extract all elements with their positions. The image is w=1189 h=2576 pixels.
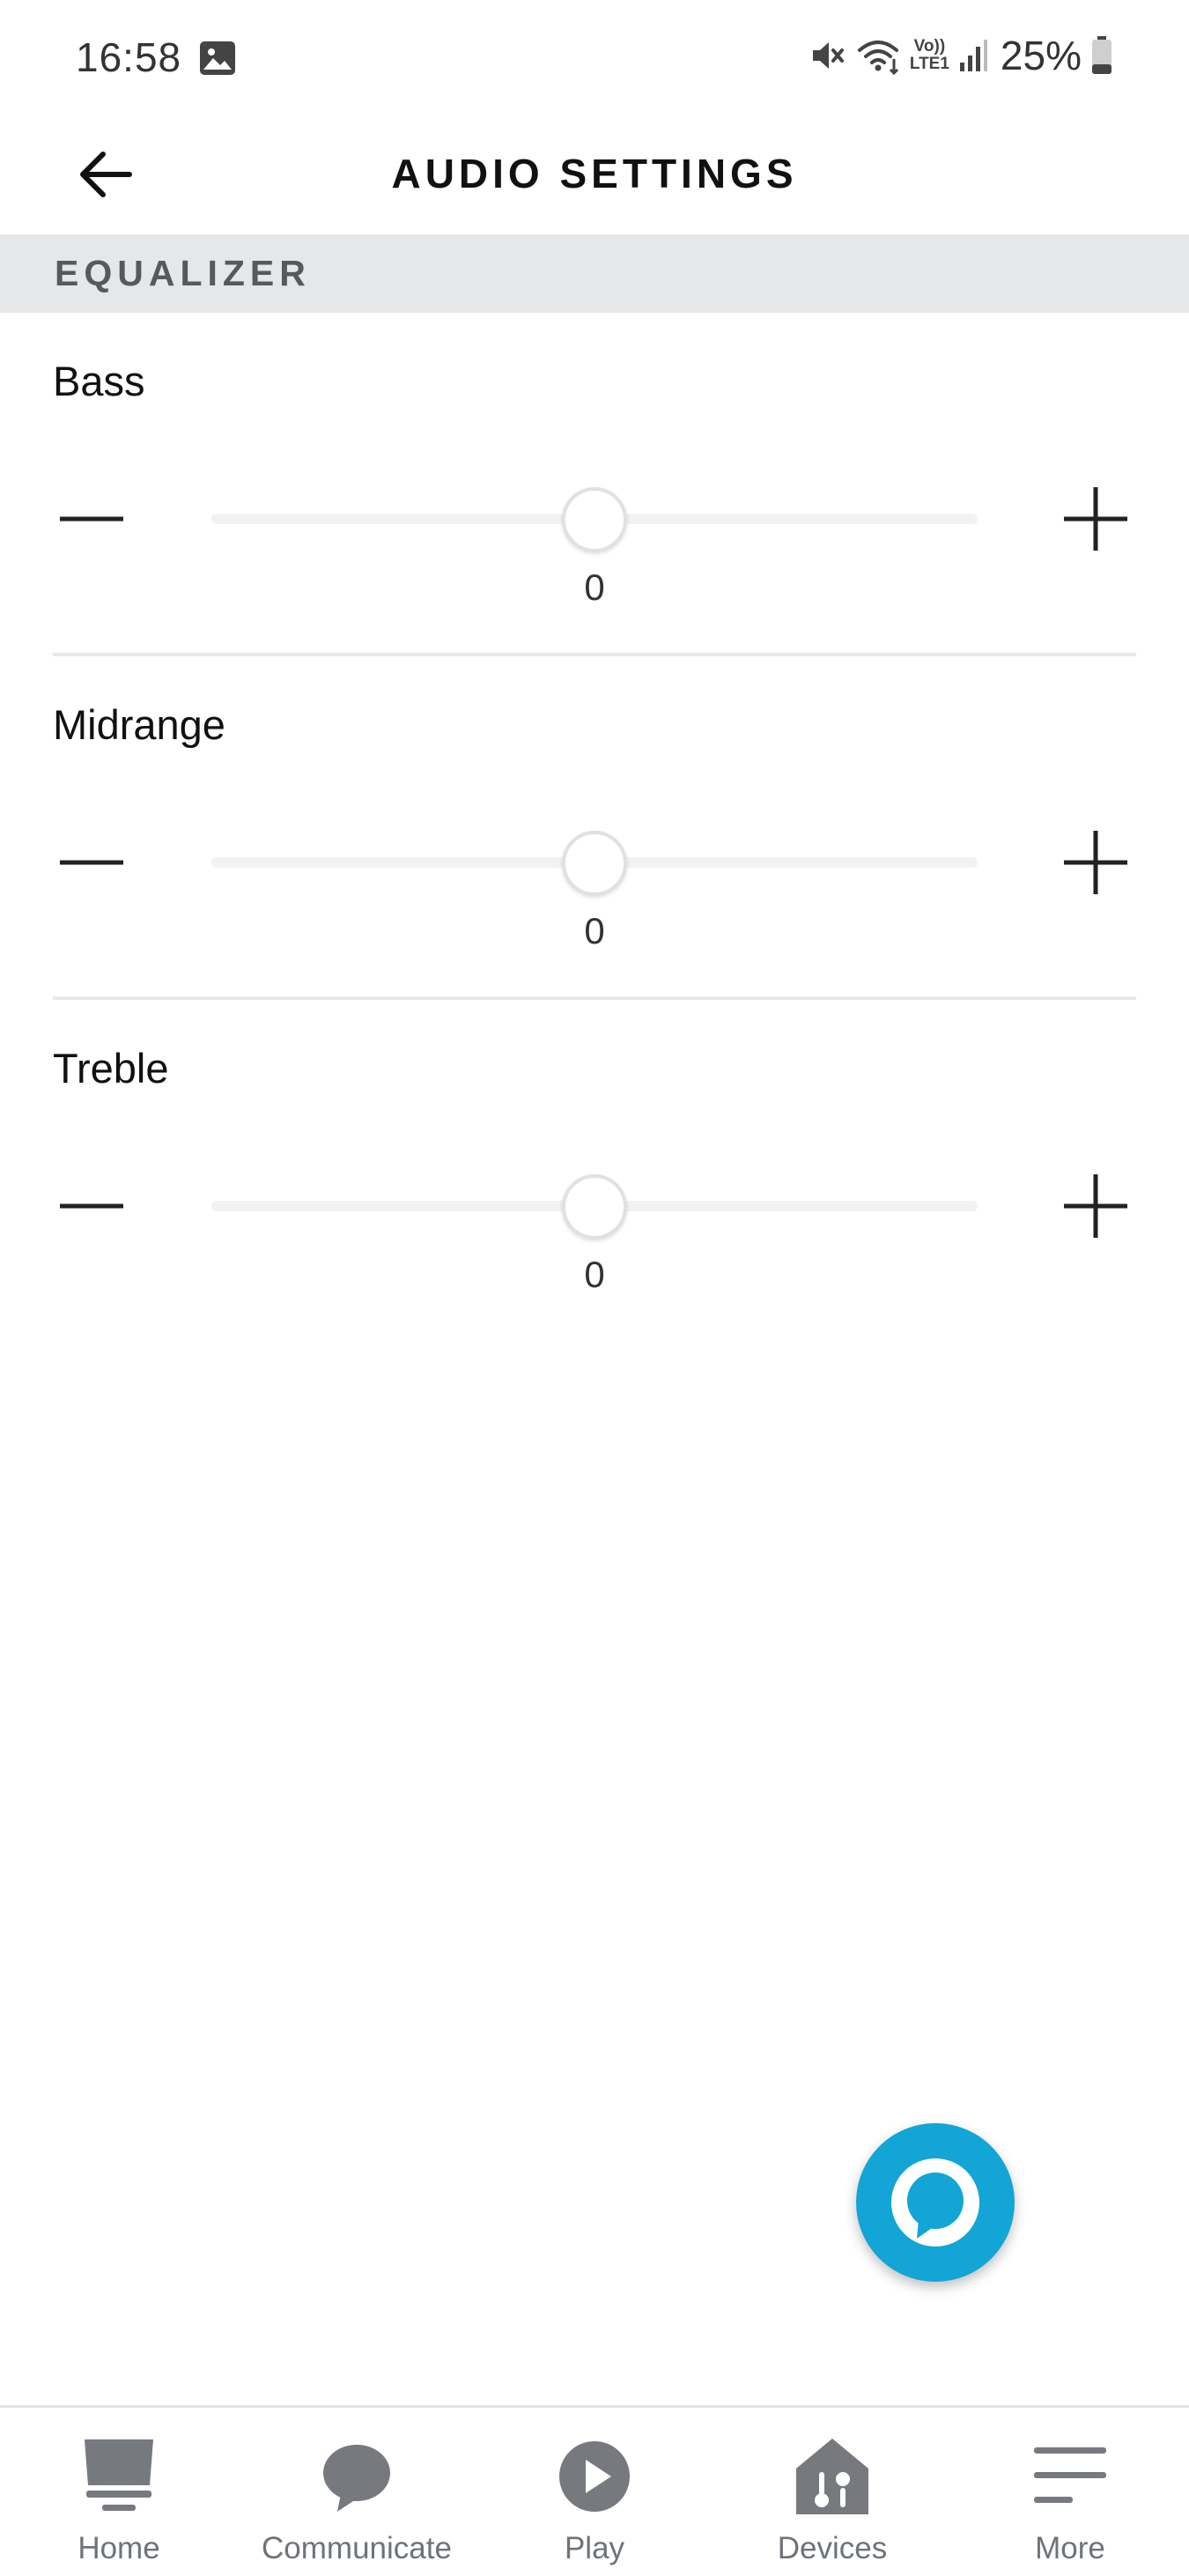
mute-icon [808,36,846,75]
plus-icon [1064,1174,1127,1238]
home-icon [0,2432,238,2520]
midrange-increase-button[interactable] [1053,820,1138,905]
plus-icon [1064,487,1127,551]
volte-line1: Vo)) [913,37,946,56]
minus-icon [60,516,123,522]
bass-decrease-button[interactable] [49,477,134,561]
volte-line2: LTE1 [909,55,949,73]
bass-value: 0 [584,566,605,608]
midrange-row: Midrange 0 [0,656,1189,1000]
app-header: AUDIO SETTINGS [0,115,1189,234]
play-icon [476,2432,713,2520]
bass-row: Bass 0 [0,313,1189,656]
nav-play[interactable]: Play [476,2408,713,2576]
menu-icon [951,2432,1189,2520]
devices-icon [713,2432,951,2520]
alexa-button[interactable] [856,2123,1015,2282]
section-title: EQUALIZER [55,253,311,293]
nav-devices[interactable]: Devices [713,2408,951,2576]
status-bar: 16:58 Vo)) LTE1 25% [0,0,1189,115]
nav-communicate[interactable]: Communicate [238,2408,476,2576]
page-title: AUDIO SETTINGS [391,151,798,196]
midrange-label: Midrange [53,701,225,748]
midrange-value: 0 [584,910,605,951]
bass-slider-thumb[interactable] [562,487,627,552]
status-time: 16:58 [76,34,182,80]
treble-value: 0 [584,1254,605,1295]
chat-bubble-icon [238,2432,476,2520]
nav-more[interactable]: More [951,2408,1189,2576]
treble-decrease-button[interactable] [49,1164,134,1248]
battery-percent: 25% [1000,33,1082,78]
treble-row: Treble 0 [0,1000,1189,1344]
signal-icon [958,36,988,75]
audio-settings-screen: 16:58 Vo)) LTE1 25% AUDIO SETTINGS EQUAL… [0,0,1189,2576]
midrange-decrease-button[interactable] [49,820,134,905]
equalizer-section-header: EQUALIZER [0,234,1189,313]
bass-label: Bass [53,358,145,404]
nav-home-label: Home [78,2531,160,2565]
plus-icon [1064,831,1127,894]
minus-icon [60,1203,123,1209]
treble-label: Treble [53,1045,169,1092]
nav-devices-label: Devices [777,2531,888,2565]
status-icons: Vo)) LTE1 25% [808,32,1113,79]
battery-icon [1090,35,1113,76]
volte-icon: Vo)) LTE1 [910,38,949,73]
midrange-slider-thumb[interactable] [562,831,627,896]
bass-increase-button[interactable] [1053,477,1138,561]
nav-play-label: Play [564,2531,625,2565]
minus-icon [60,860,123,865]
wifi-icon [857,36,903,75]
treble-increase-button[interactable] [1053,1164,1138,1248]
alexa-icon [891,2158,979,2247]
nav-home[interactable]: Home [0,2408,238,2576]
nav-more-label: More [1035,2531,1105,2565]
nav-communicate-label: Communicate [262,2531,452,2565]
treble-slider-thumb[interactable] [562,1174,627,1240]
bottom-navigation: Home Communicate Play Devices More [0,2405,1189,2576]
gallery-icon [199,41,236,76]
